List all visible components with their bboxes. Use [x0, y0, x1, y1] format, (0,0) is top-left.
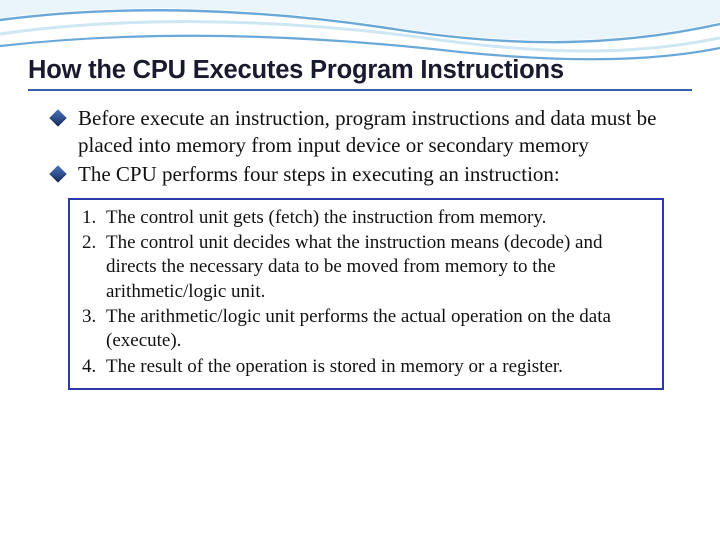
slide-title: How the CPU Executes Program Instruction…: [28, 56, 692, 91]
bullet-list: Before execute an instruction, program i…: [28, 105, 692, 188]
bullet-item: The CPU performs four steps in executing…: [56, 161, 692, 188]
steps-list: The control unit gets (fetch) the instru…: [82, 206, 652, 379]
steps-box: The control unit gets (fetch) the instru…: [68, 198, 664, 390]
step-item: The result of the operation is stored in…: [82, 355, 652, 379]
bullet-item: Before execute an instruction, program i…: [56, 105, 692, 159]
step-item: The control unit gets (fetch) the instru…: [82, 206, 652, 230]
step-item: The control unit decides what the instru…: [82, 231, 652, 304]
slide-content: How the CPU Executes Program Instruction…: [0, 0, 720, 390]
step-item: The arithmetic/logic unit performs the a…: [82, 305, 652, 354]
